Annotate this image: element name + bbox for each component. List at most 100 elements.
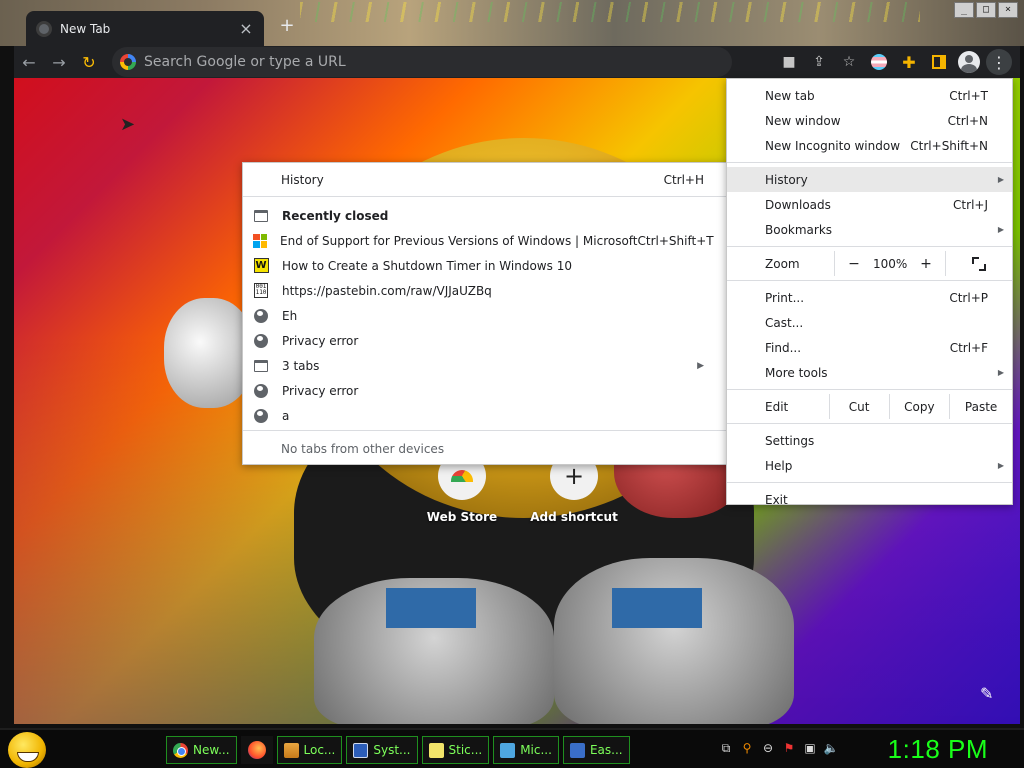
recently-closed-header: Recently closed <box>243 203 728 228</box>
close-window-button[interactable]: × <box>998 2 1018 18</box>
new-tab-button[interactable]: + <box>276 16 298 38</box>
fullscreen-button[interactable] <box>944 251 1012 276</box>
menu-divider <box>727 280 1012 281</box>
avatar <box>958 51 980 73</box>
avatar-icon[interactable] <box>954 47 984 77</box>
menu-print[interactable]: Print... Ctrl+P <box>727 285 1012 310</box>
flag-extension-icon <box>871 54 887 70</box>
globe-icon <box>253 333 269 349</box>
tab-new-tab[interactable]: New Tab × <box>26 11 264 46</box>
mascot-shoe-right <box>554 558 794 724</box>
task-local[interactable]: Loc... <box>276 736 343 764</box>
submenu-arrow-icon: ▶ <box>697 360 704 371</box>
history-item[interactable]: 001 110 https://pastebin.com/raw/VJJaUZBq <box>243 278 728 303</box>
menu-find[interactable]: Find... Ctrl+F <box>727 335 1012 360</box>
customize-pencil-icon[interactable]: ✎ <box>980 684 993 703</box>
side-panel-icon[interactable] <box>924 47 954 77</box>
history-item[interactable]: Privacy error <box>243 378 728 403</box>
microphone-icon <box>500 742 516 758</box>
ease-of-access-icon <box>569 742 585 758</box>
globe-icon <box>253 408 269 424</box>
menu-settings[interactable]: Settings <box>727 428 1012 453</box>
mascot-glove <box>164 298 254 408</box>
globe-icon <box>253 308 269 324</box>
history-item[interactable]: W How to Create a Shutdown Timer in Wind… <box>243 253 728 278</box>
menu-new-incognito-window[interactable]: New Incognito window Ctrl+Shift+N <box>727 133 1012 158</box>
history-item[interactable]: End of Support for Previous Versions of … <box>243 228 728 253</box>
globe-icon <box>253 383 269 399</box>
submenu-arrow-icon: ▶ <box>997 175 1004 184</box>
task-ease-of-access[interactable]: Eas... <box>562 736 630 764</box>
history-item[interactable]: Privacy error <box>243 328 728 353</box>
cursor-icon: ➤ <box>120 114 136 135</box>
omnibox[interactable] <box>112 47 732 77</box>
search-icon[interactable]: ⚲ <box>739 740 755 756</box>
menu-history[interactable]: History ▶ <box>727 167 1012 192</box>
taskbar: New... Loc... Syst... Stic... Mic... Eas… <box>0 728 1024 768</box>
w-favicon-icon: W <box>253 258 269 273</box>
shortcut-label: Web Store <box>426 510 498 524</box>
zoom-in-button[interactable]: + <box>907 256 945 272</box>
paste-button[interactable]: Paste <box>949 394 1012 419</box>
flag-icon[interactable]: ⚑ <box>781 740 797 756</box>
chrome-icon <box>173 742 188 758</box>
task-system[interactable]: Syst... <box>346 736 418 764</box>
forward-icon[interactable]: → <box>44 47 74 77</box>
tab-close-icon[interactable]: × <box>238 19 254 38</box>
mascot-sock-right <box>612 588 702 628</box>
menu-divider <box>727 162 1012 163</box>
cut-button[interactable]: Cut <box>828 394 889 419</box>
menu-more-tools[interactable]: More tools ▶ <box>727 360 1012 385</box>
zoom-control: − 100% + <box>833 251 945 276</box>
kebab-menu-icon: ⋮ <box>986 49 1012 75</box>
menu-edit-row: Edit Cut Copy Paste <box>727 394 1012 419</box>
copy-button[interactable]: Copy <box>888 394 950 419</box>
menu-new-window[interactable]: New window Ctrl+N <box>727 108 1012 133</box>
history-submenu-header[interactable]: History Ctrl+H <box>243 163 728 197</box>
camera-icon[interactable]: ■ <box>774 47 804 77</box>
side-panel-shape <box>932 55 946 69</box>
minus-circle-icon[interactable]: ⊖ <box>760 740 776 756</box>
history-item[interactable]: a <box>243 403 728 428</box>
volume-icon[interactable]: 🔈 <box>823 740 839 756</box>
task-microphone[interactable]: Mic... <box>493 736 559 764</box>
toolbar-actions: ■ ⇪ ☆ ✚ ⋮ <box>774 47 1020 77</box>
task-sticky-notes[interactable]: Stic... <box>421 736 490 764</box>
minimize-button[interactable]: _ <box>954 2 974 18</box>
fullscreen-icon <box>971 256 986 271</box>
window-icon <box>253 358 269 374</box>
maximize-button[interactable]: □ <box>976 2 996 18</box>
google-icon <box>120 54 136 70</box>
task-chrome[interactable]: New... <box>166 736 237 764</box>
folder-icon <box>283 742 299 758</box>
start-smiley-icon[interactable] <box>8 732 46 768</box>
submenu-arrow-icon: ▶ <box>997 461 1004 470</box>
history-item-3-tabs[interactable]: 3 tabs ▶ <box>243 353 728 378</box>
menu-help[interactable]: Help ▶ <box>727 453 1012 478</box>
microsoft-icon <box>253 233 267 249</box>
reload-icon[interactable]: ↻ <box>74 47 104 77</box>
menu-new-tab[interactable]: New tab Ctrl+T <box>727 83 1012 108</box>
window-titlebar[interactable]: New Tab × + _ □ × <box>0 0 1024 46</box>
history-shortcut: Ctrl+H <box>663 172 704 187</box>
bookmark-star-icon[interactable]: ☆ <box>834 47 864 77</box>
taskbar-clock[interactable]: 1:18 PM <box>888 734 988 765</box>
share-icon[interactable]: ⇪ <box>804 47 834 77</box>
network-icon[interactable]: ⧉ <box>718 740 734 756</box>
menu-downloads[interactable]: Downloads Ctrl+J <box>727 192 1012 217</box>
menu-cast[interactable]: Cast... <box>727 310 1012 335</box>
display-icon[interactable]: ▣ <box>802 740 818 756</box>
history-label: History <box>281 172 324 187</box>
zoom-out-button[interactable]: − <box>835 256 873 272</box>
chrome-main-menu: New tab Ctrl+T New window Ctrl+N New Inc… <box>726 78 1013 507</box>
task-firefox[interactable] <box>240 736 273 764</box>
omnibox-input[interactable] <box>144 54 724 70</box>
back-icon[interactable]: ← <box>14 47 44 77</box>
puzzle-icon[interactable]: ✚ <box>894 47 924 77</box>
menu-exit[interactable]: Exit <box>727 487 1012 512</box>
extension-icon[interactable] <box>864 47 894 77</box>
menu-divider <box>727 389 1012 390</box>
history-item[interactable]: Eh <box>243 303 728 328</box>
menu-bookmarks[interactable]: Bookmarks ▶ <box>727 217 1012 242</box>
kebab-menu-button[interactable]: ⋮ <box>984 47 1014 77</box>
